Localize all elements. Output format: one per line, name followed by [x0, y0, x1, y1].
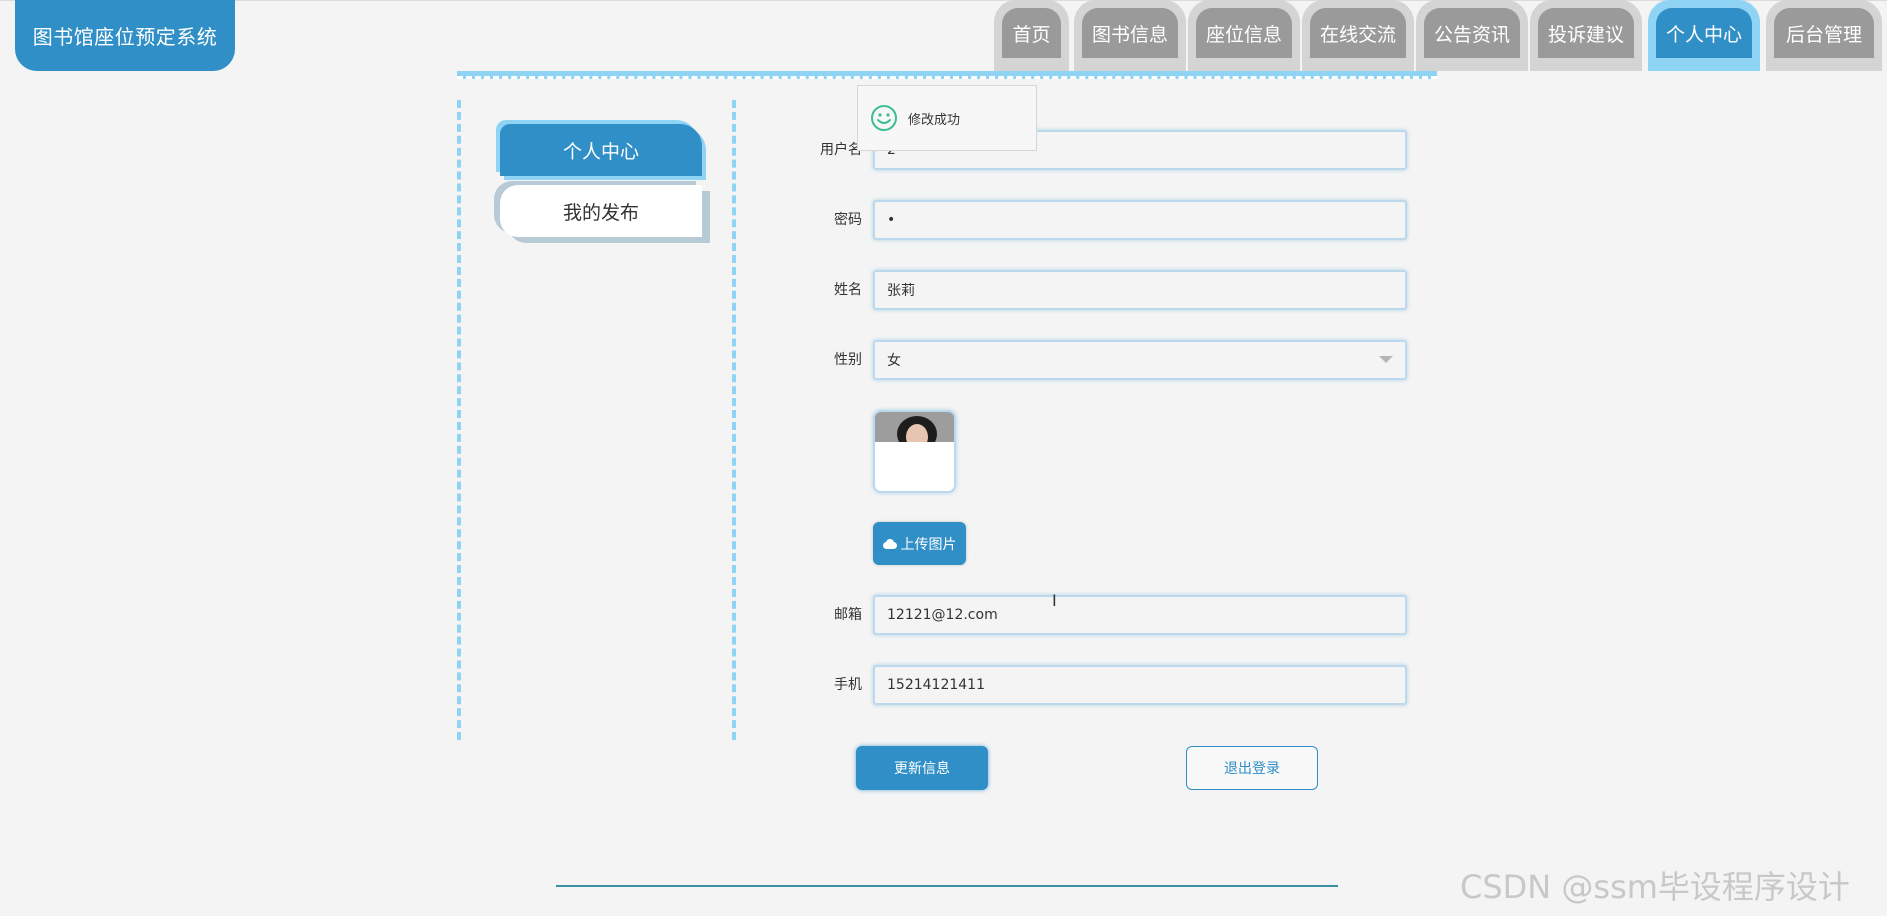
email-value: 12121@12.com	[887, 607, 998, 623]
nav-label: 公告资讯	[1424, 8, 1520, 58]
name-label: 姓名	[834, 282, 862, 298]
upload-image-button[interactable]: 上传图片	[873, 522, 966, 565]
nav-item-feedback[interactable]: 投诉建议	[1530, 0, 1642, 71]
phone-field[interactable]: 15214121411	[873, 665, 1407, 705]
site-logo[interactable]: 图书馆座位预定系统	[15, 0, 235, 71]
sidebar-item-profile[interactable]: 个人中心	[500, 124, 702, 176]
nav-item-home[interactable]: 首页	[994, 0, 1069, 71]
avatar-photo	[875, 412, 954, 442]
phone-label: 手机	[834, 677, 862, 693]
watermark: CSDN @ssm毕设程序设计	[1460, 868, 1850, 906]
username-label: 用户名	[820, 142, 862, 158]
sidebar-item-my-posts[interactable]: 我的发布	[500, 185, 702, 237]
sidebar-left-border	[457, 100, 461, 740]
update-info-button[interactable]: 更新信息	[856, 746, 988, 790]
sidebar-right-border	[732, 100, 736, 740]
password-field[interactable]: •	[873, 200, 1407, 240]
update-button-label: 更新信息	[894, 761, 950, 777]
smile-icon	[871, 105, 897, 131]
cloud-upload-icon	[882, 538, 897, 549]
nav-label: 后台管理	[1774, 8, 1874, 58]
gender-value: 女	[887, 353, 901, 369]
nav-item-admin[interactable]: 后台管理	[1766, 0, 1882, 71]
toast-message: 修改成功	[908, 112, 961, 128]
gender-select[interactable]: 女	[873, 340, 1407, 380]
logout-button[interactable]: 退出登录	[1186, 746, 1318, 790]
nav-item-seats[interactable]: 座位信息	[1188, 0, 1300, 71]
nav-item-news[interactable]: 公告资讯	[1416, 0, 1528, 71]
chevron-down-icon	[1379, 356, 1393, 363]
name-value: 张莉	[887, 283, 915, 299]
phone-value: 15214121411	[887, 677, 985, 693]
name-field[interactable]: 张莉	[873, 270, 1407, 310]
nav-label: 首页	[1002, 8, 1061, 58]
sidebar-item-label: 个人中心	[562, 140, 639, 163]
upload-button-label: 上传图片	[900, 536, 957, 553]
nav-label: 个人中心	[1656, 8, 1752, 58]
footer-divider	[556, 885, 1338, 887]
nav-item-profile[interactable]: 个人中心	[1648, 0, 1760, 71]
avatar-preview[interactable]	[873, 410, 956, 493]
nav-label: 在线交流	[1310, 8, 1406, 58]
password-value: •	[887, 212, 896, 228]
header-divider	[457, 71, 1437, 79]
nav-item-books[interactable]: 图书信息	[1074, 0, 1186, 71]
logout-button-label: 退出登录	[1224, 761, 1280, 777]
nav-label: 图书信息	[1082, 8, 1178, 58]
sidebar-item-label: 我的发布	[562, 201, 639, 224]
password-label: 密码	[834, 212, 862, 228]
gender-label: 性别	[834, 352, 862, 368]
nav-label: 投诉建议	[1538, 8, 1634, 58]
success-toast: 修改成功	[857, 85, 1037, 151]
email-field[interactable]: 12121@12.com	[873, 595, 1407, 635]
nav-item-forum[interactable]: 在线交流	[1302, 0, 1414, 71]
text-cursor-icon: I	[1052, 591, 1057, 610]
nav-label: 座位信息	[1196, 8, 1292, 58]
site-title: 图书馆座位预定系统	[32, 25, 218, 49]
email-label: 邮箱	[834, 607, 862, 623]
